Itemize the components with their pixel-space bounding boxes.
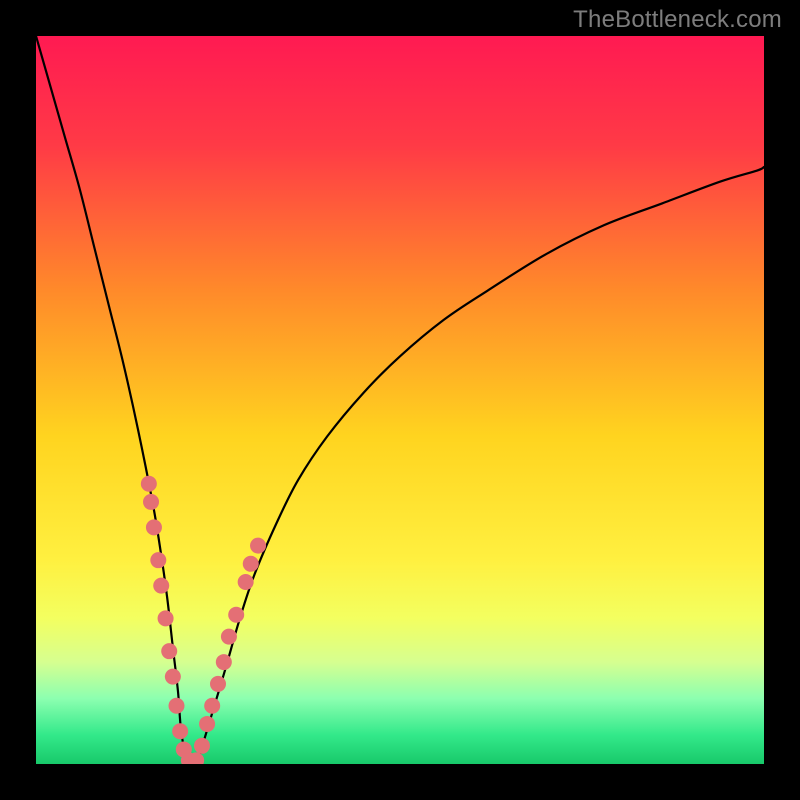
bottleneck-curve [36, 36, 764, 764]
curve-marker [165, 669, 181, 685]
curve-marker [210, 676, 226, 692]
curve-marker [146, 519, 162, 535]
curve-marker [161, 643, 177, 659]
curve-marker [243, 556, 259, 572]
curve-marker [250, 538, 266, 554]
frame: TheBottleneck.com [0, 0, 800, 800]
curve-marker [194, 738, 210, 754]
curve-markers [141, 476, 266, 764]
curve-marker [150, 552, 166, 568]
curve-marker [172, 723, 188, 739]
curve-marker [169, 698, 185, 714]
curve-marker [153, 578, 169, 594]
curve-marker [141, 476, 157, 492]
curve-marker [143, 494, 159, 510]
plot-area [36, 36, 764, 764]
curve-marker [216, 654, 232, 670]
curve-marker [221, 629, 237, 645]
curve-marker [158, 610, 174, 626]
curve-marker [204, 698, 220, 714]
curve-marker [238, 574, 254, 590]
curve-marker [228, 607, 244, 623]
chart-svg [36, 36, 764, 764]
watermark-text: TheBottleneck.com [573, 6, 782, 34]
curve-marker [199, 716, 215, 732]
